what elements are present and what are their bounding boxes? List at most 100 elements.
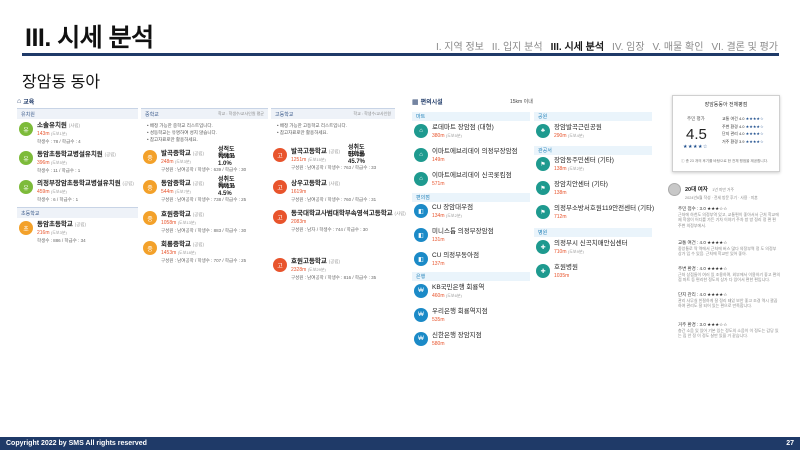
school-item[interactable]: 초 동암초등학교 (공립) 216m (도보3분) 학생수 : 886 / 학급수 :… [19, 221, 86, 244]
school-distance: 1058m (도보13분) [161, 219, 246, 227]
distance-walk: (도보29분) [307, 267, 326, 272]
distance-walk: (도보13분) [177, 220, 196, 225]
high-bar: 고등학교 학교 : 학생수/교사인원 [271, 108, 395, 119]
amenity-name: 장암동주민센터 (기타) [554, 157, 614, 164]
school-item[interactable]: 중 동암중학교 (공립) 544m (도보7분) 구성원 : 남여공학 / 학생수 :… [143, 177, 246, 203]
distance-value: 2083m [291, 219, 307, 225]
school-type: (공립) [328, 149, 340, 154]
amenity-icon: ⚑ [536, 205, 550, 219]
amenity-item[interactable]: ₩ 신한은행 장암지점 580m [414, 332, 482, 348]
amenity-item[interactable]: ◧ CU 장암대우점 134m (도보2분) [414, 204, 473, 220]
amenity-item[interactable]: ₩ KB국민은행 회룡역 460m (도보6분) [414, 284, 484, 300]
distance-walk: (도보3분) [174, 159, 191, 164]
amenity-distance: 1035m [554, 272, 578, 280]
school-icon: 유 [19, 122, 33, 136]
amenity-icon: ⌂ [414, 172, 428, 186]
amenity-info: 의정부소방서호원119안전센터 (기타) 712m [554, 205, 654, 221]
amenity-item[interactable]: ⌂ 로데마트 장암점 (대형) 380m (도보5분) [414, 124, 494, 140]
school-item[interactable]: 유 의정부장암초등학교병설유치원 (공립) 459m (도보6분) 학생수 : 6 /… [19, 180, 134, 203]
distance-walk: (도보5분) [445, 133, 462, 138]
school-type: (공립) [328, 259, 340, 264]
elem-label: 초등학교 [21, 210, 40, 217]
amenity-distance: 460m (도보6분) [432, 292, 484, 300]
school-info: 동암초등학교병설유치원 (공립) 396m (도보5분) 학생수 : 11 / 학급… [37, 151, 116, 174]
amenity-item[interactable]: ✚ 의정부시 신곡치매안심센터 710m (도보9분) [536, 240, 628, 256]
school-item[interactable]: 중 회룡중학교 (공립) 1453m (도보18분) 구성원 : 남여공학 / 학생수… [143, 241, 246, 264]
school-name: 호원중학교 (공립) [161, 211, 246, 219]
step-1[interactable]: I. 지역 정보 [436, 38, 484, 53]
note-text: 배정 가능한 고등학교 리스트입니다. [279, 123, 347, 128]
note-line: • 참고자료로만 활용하세요. [277, 130, 328, 135]
amenity-item[interactable]: ♣ 장암발곡근린공원 290m (도보4분) [536, 124, 602, 140]
school-item[interactable]: 유 소솔유치원 (사립) 143m (도보1분) 학생수 : 78 / 학급수 : 4 [19, 122, 81, 145]
amenity-name: 장암발곡근린공원 [554, 124, 602, 131]
middle-note: 학교 : 학생수/교사인원 평균 [217, 111, 264, 116]
step-5[interactable]: V. 매물 확인 [653, 38, 704, 53]
amenity-item[interactable]: ◧ 미니스톱 의정부장암점 131m [414, 228, 494, 244]
school-item[interactable]: 고 호원고등학교 (공립) 2328m (도보29분) 구성원 : 남여공학 / 학생… [273, 258, 376, 281]
review-block-text: 근처 상점들이 여러 있 조용하며, 외부에서 이용하기 좋고 편의점 마트 등… [678, 271, 781, 283]
distance-value: 149m [432, 157, 445, 163]
amenity-item[interactable]: ⚑ 장암동주민센터 (기타) 138m (도보2분) [536, 157, 614, 173]
amenity-item[interactable]: ⚑ 의정부소방서호원119안전센터 (기타) 712m [536, 205, 654, 221]
amenity-info: 의정부시 신곡치매안심센터 710m (도보9분) [554, 240, 628, 256]
amenity-item[interactable]: ⚑ 장암치안센터 (기타) 138m [536, 181, 608, 197]
rating-row-label: 주변 환경 [722, 123, 738, 129]
school-icon: 고 [273, 180, 287, 194]
school-type: (사립) [68, 123, 80, 128]
school-item[interactable]: 중 호원중학교 (공립) 1058m (도보13분) 구성원 : 남여공학 / 학생수… [143, 211, 246, 234]
school-name: 동국대학교사범대학부속영석고등학교 (사립) [291, 210, 406, 218]
amenity-info: 장암동주민센터 (기타) 138m (도보2분) [554, 157, 614, 173]
step-6[interactable]: VI. 결론 및 평가 [711, 38, 778, 53]
kinder-bar: 유치원 [17, 108, 138, 119]
note-line: • 성동학교는 유명하여 성지 않습니다. [147, 130, 217, 135]
distance-value: 571m [432, 181, 445, 187]
school-item[interactable]: 중 발곡중학교 (공립) 248m (도보3분) 구성원 : 남여공학 / 학생수 :… [143, 147, 246, 173]
school-item[interactable]: 고 상우고등학교 (사립) 1619m 구성원 : 남여공학 / 학생수 : 760… [273, 180, 376, 203]
amenity-name: 호원병원 [554, 264, 578, 271]
review-card: 20대 여자 1년 미만 거주 2024년6월 작성 · 전세 방문 후기 · … [668, 178, 780, 201]
amenity-distance: 380m (도보5분) [432, 132, 494, 140]
school-info: 소솔유치원 (사립) 143m (도보1분) 학생수 : 78 / 학급수 : 4 [37, 122, 81, 145]
amenity-item[interactable]: ⌂ 이마트에브리데이 의정부장암점 149m [414, 148, 518, 164]
school-item[interactable]: 유 동암초등학교병설유치원 (공립) 396m (도보5분) 학생수 : 11 / 학… [19, 151, 116, 174]
amenity-icon: ₩ [414, 284, 428, 298]
amenity-info: 신한은행 장암지점 580m [432, 332, 482, 348]
school-name-text: 동국대학교사범대학부속영석고등학교 [291, 210, 393, 217]
school-score-2: 특목고 4.5% [218, 184, 235, 197]
amenity-icon: ₩ [414, 332, 428, 346]
amenity-item[interactable]: ✚ 호원병원 1035m [536, 264, 578, 280]
school-meta: 학생수 : 6 / 학급수 : 1 [37, 197, 79, 202]
school-name: 소솔유치원 (사립) [37, 122, 81, 130]
school-score-2: 특목고 1.0% [218, 154, 235, 167]
review-block: 단지 관리 : 4.0 ★★★★☆ 관리 사무실 친절하게 잘 정리 돼있 보안 … [678, 292, 780, 309]
step-3[interactable]: III. 시세 분석 [551, 38, 604, 53]
distance-walk: (도보15분) [307, 157, 326, 162]
distance-walk: (도보2분) [567, 166, 584, 171]
amenity-icon: ◧ [414, 204, 428, 218]
school-name: 동암초등학교 (공립) [37, 221, 86, 229]
amenity-name: 이마트에브리데이 의정부장암점 [432, 148, 518, 155]
rating-stars: ★★★★☆ [683, 144, 708, 150]
amenities-title: 편의시설 [420, 100, 443, 106]
distance-walk: (도보6분) [50, 189, 67, 194]
amenity-item[interactable]: ◧ CU 의정부동아점 137m [414, 252, 479, 268]
amenity-info: 로데마트 장암점 (대형) 380m (도보5분) [432, 124, 494, 140]
school-name: 호원고등학교 (공립) [291, 258, 376, 266]
school-info: 동국대학교사범대학부속영석고등학교 (사립) 2083m 구성원 : 남자 / 학… [291, 210, 406, 233]
distance-walk: (도보7분) [174, 189, 191, 194]
step-2[interactable]: II. 입지 분석 [492, 38, 543, 53]
distance-walk: (도보5분) [50, 160, 67, 165]
school-item[interactable]: 고 동국대학교사범대학부속영석고등학교 (사립) 2083m 구성원 : 남자 / … [273, 210, 406, 233]
elem-bar: 초등학교 [17, 207, 138, 218]
amenity-item[interactable]: ₩ 우리은행 회룡역지점 535m [414, 308, 488, 324]
school-icon: 유 [19, 180, 33, 194]
amenity-item[interactable]: ⌂ 이마트에브리데이 신곡롯킴점 571m [414, 172, 512, 188]
school-item[interactable]: 고 발곡고등학교 (공립) 1251m (도보15분) 구성원 : 남여공학 / 학생… [273, 145, 376, 171]
amenity-info: CU 장암대우점 134m (도보2분) [432, 204, 473, 220]
school-name-text: 상우고등학교 [291, 180, 327, 187]
amenity-distance: 149m [432, 156, 518, 164]
distance-walk: (도보2분) [445, 213, 462, 218]
step-4[interactable]: IV. 임장 [612, 38, 645, 53]
amenity-name: CU 의정부동아점 [432, 252, 480, 259]
